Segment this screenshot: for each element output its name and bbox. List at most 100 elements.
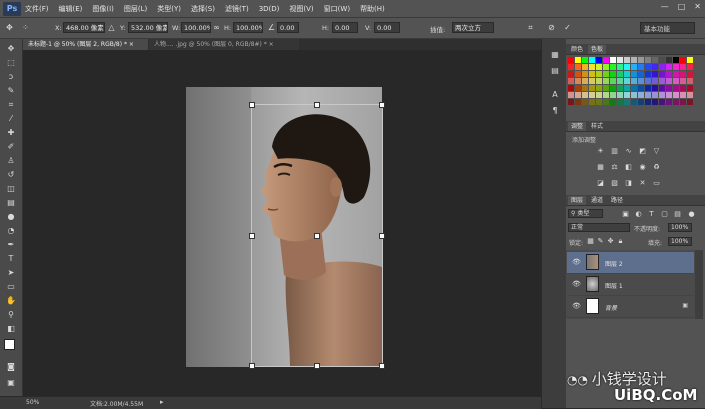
channel-mixer-icon[interactable]: ♻ bbox=[652, 163, 661, 171]
color-swatch[interactable] bbox=[617, 78, 623, 84]
color-swatch[interactable] bbox=[659, 64, 665, 70]
eye-icon[interactable]: 👁︎ bbox=[572, 302, 581, 310]
hskew-field[interactable]: 0.00 bbox=[332, 22, 358, 33]
transform-handle-top[interactable] bbox=[314, 102, 320, 108]
color-swatch[interactable] bbox=[652, 99, 658, 105]
transform-handle-bottom-left[interactable] bbox=[249, 363, 255, 369]
layer-row-2[interactable]: 👁︎ 图层 2 bbox=[567, 252, 694, 274]
color-swatch[interactable] bbox=[638, 99, 644, 105]
color-swatch[interactable] bbox=[610, 92, 616, 98]
tab-layers[interactable]: 图层 bbox=[568, 196, 587, 205]
maximize-button[interactable]: □ bbox=[678, 2, 686, 11]
color-swatch[interactable] bbox=[624, 57, 630, 63]
color-swatch[interactable] bbox=[603, 71, 609, 77]
color-swatch[interactable] bbox=[596, 64, 602, 70]
color-swatch[interactable] bbox=[589, 78, 595, 84]
color-swatch[interactable] bbox=[645, 99, 651, 105]
color-swatch[interactable] bbox=[575, 85, 581, 91]
character-panel-icon[interactable]: A bbox=[548, 89, 562, 101]
color-swatch[interactable] bbox=[617, 92, 623, 98]
color-swatch[interactable] bbox=[617, 99, 623, 105]
color-swatch[interactable] bbox=[589, 92, 595, 98]
blend-mode-select[interactable]: 正常 bbox=[568, 223, 630, 232]
color-swatch[interactable] bbox=[631, 99, 637, 105]
pen-tool-icon[interactable]: ✒ bbox=[4, 239, 18, 251]
reference-point-icon[interactable]: ⁘ bbox=[20, 22, 31, 33]
tab-channels[interactable]: 通道 bbox=[588, 196, 606, 205]
zoom-level[interactable]: 50% bbox=[26, 399, 39, 406]
menu-file[interactable]: 文件(F) bbox=[25, 4, 49, 14]
lock-transparent-icon[interactable]: ▦ bbox=[586, 237, 595, 245]
color-swatch[interactable] bbox=[652, 78, 658, 84]
color-swatch[interactable] bbox=[596, 99, 602, 105]
color-swatch[interactable] bbox=[666, 85, 672, 91]
invert-icon[interactable]: ◪ bbox=[596, 179, 605, 187]
relative-position-icon[interactable]: △ bbox=[106, 22, 117, 33]
color-swatch[interactable] bbox=[638, 64, 644, 70]
color-swatch[interactable] bbox=[582, 57, 588, 63]
color-swatch[interactable] bbox=[603, 57, 609, 63]
filter-type-icon[interactable]: T bbox=[647, 210, 656, 218]
menu-type[interactable]: 类型(Y) bbox=[157, 4, 181, 14]
color-swatch[interactable] bbox=[568, 78, 574, 84]
color-swatch[interactable] bbox=[645, 85, 651, 91]
quick-select-tool-icon[interactable]: ✎ bbox=[4, 85, 18, 97]
color-swatch[interactable] bbox=[687, 78, 693, 84]
color-swatch[interactable] bbox=[652, 92, 658, 98]
move-tool-icon[interactable]: ✥ bbox=[4, 43, 18, 55]
color-swatch[interactable] bbox=[666, 78, 672, 84]
color-swatch[interactable] bbox=[666, 57, 672, 63]
color-swatch[interactable] bbox=[680, 64, 686, 70]
color-swatch[interactable] bbox=[568, 71, 574, 77]
tab-document-1[interactable]: 未标题-1 @ 50% (图层 2, RGB/8) * × bbox=[23, 39, 148, 50]
color-swatch[interactable] bbox=[645, 71, 651, 77]
color-swatch[interactable] bbox=[680, 78, 686, 84]
color-swatch[interactable] bbox=[673, 71, 679, 77]
x-field[interactable]: 468.00 像素 bbox=[63, 22, 105, 33]
color-swatch[interactable] bbox=[680, 92, 686, 98]
tab-styles[interactable]: 样式 bbox=[588, 122, 606, 131]
exposure-icon[interactable]: ◩ bbox=[638, 147, 647, 155]
gradient-tool-icon[interactable]: ▤ bbox=[4, 197, 18, 209]
color-swatch[interactable] bbox=[652, 57, 658, 63]
menu-layer[interactable]: 图层(L) bbox=[124, 4, 147, 14]
move-tool-icon[interactable]: ✥ bbox=[4, 22, 15, 33]
color-swatch[interactable] bbox=[624, 92, 630, 98]
color-swatch[interactable] bbox=[568, 99, 574, 105]
color-swatch[interactable] bbox=[575, 57, 581, 63]
color-swatch[interactable] bbox=[603, 85, 609, 91]
transform-handle-top-right[interactable] bbox=[379, 102, 385, 108]
color-swatch[interactable] bbox=[582, 99, 588, 105]
color-swatch[interactable] bbox=[596, 78, 602, 84]
width-field[interactable]: 100.00% bbox=[181, 22, 211, 33]
color-swatch[interactable] bbox=[659, 99, 665, 105]
tab-close-icon[interactable]: × bbox=[269, 41, 274, 48]
tab-swatches[interactable]: 色板 bbox=[588, 45, 607, 54]
color-swatch[interactable] bbox=[589, 64, 595, 70]
filter-pixel-icon[interactable]: ▣ bbox=[621, 210, 630, 218]
color-swatch[interactable] bbox=[582, 78, 588, 84]
color-swatch[interactable] bbox=[610, 85, 616, 91]
color-swatch[interactable] bbox=[666, 99, 672, 105]
color-swatch[interactable] bbox=[589, 99, 595, 105]
threshold-icon[interactable]: ◨ bbox=[624, 179, 633, 187]
color-swatch[interactable] bbox=[589, 71, 595, 77]
color-swatch[interactable] bbox=[666, 92, 672, 98]
menu-image[interactable]: 图像(I) bbox=[92, 4, 114, 14]
color-swatch[interactable] bbox=[680, 57, 686, 63]
color-swatch[interactable] bbox=[624, 64, 630, 70]
color-swatch[interactable] bbox=[582, 85, 588, 91]
filter-shape-icon[interactable]: ▢ bbox=[660, 210, 669, 218]
commit-transform-icon[interactable]: ✓ bbox=[562, 22, 573, 33]
color-swatch[interactable] bbox=[610, 99, 616, 105]
quick-mask-icon[interactable]: ◙ bbox=[4, 361, 18, 373]
color-swatch[interactable] bbox=[645, 92, 651, 98]
height-field[interactable]: 100.00% bbox=[233, 22, 263, 33]
color-swatch[interactable] bbox=[603, 78, 609, 84]
blur-tool-icon[interactable]: ● bbox=[4, 211, 18, 223]
vskew-field[interactable]: 0.00 bbox=[374, 22, 400, 33]
zoom-tool-icon[interactable]: ⚲ bbox=[4, 309, 18, 321]
brightness-icon[interactable]: ☀ bbox=[596, 147, 605, 155]
color-swatch[interactable] bbox=[568, 64, 574, 70]
color-swatch[interactable] bbox=[659, 78, 665, 84]
